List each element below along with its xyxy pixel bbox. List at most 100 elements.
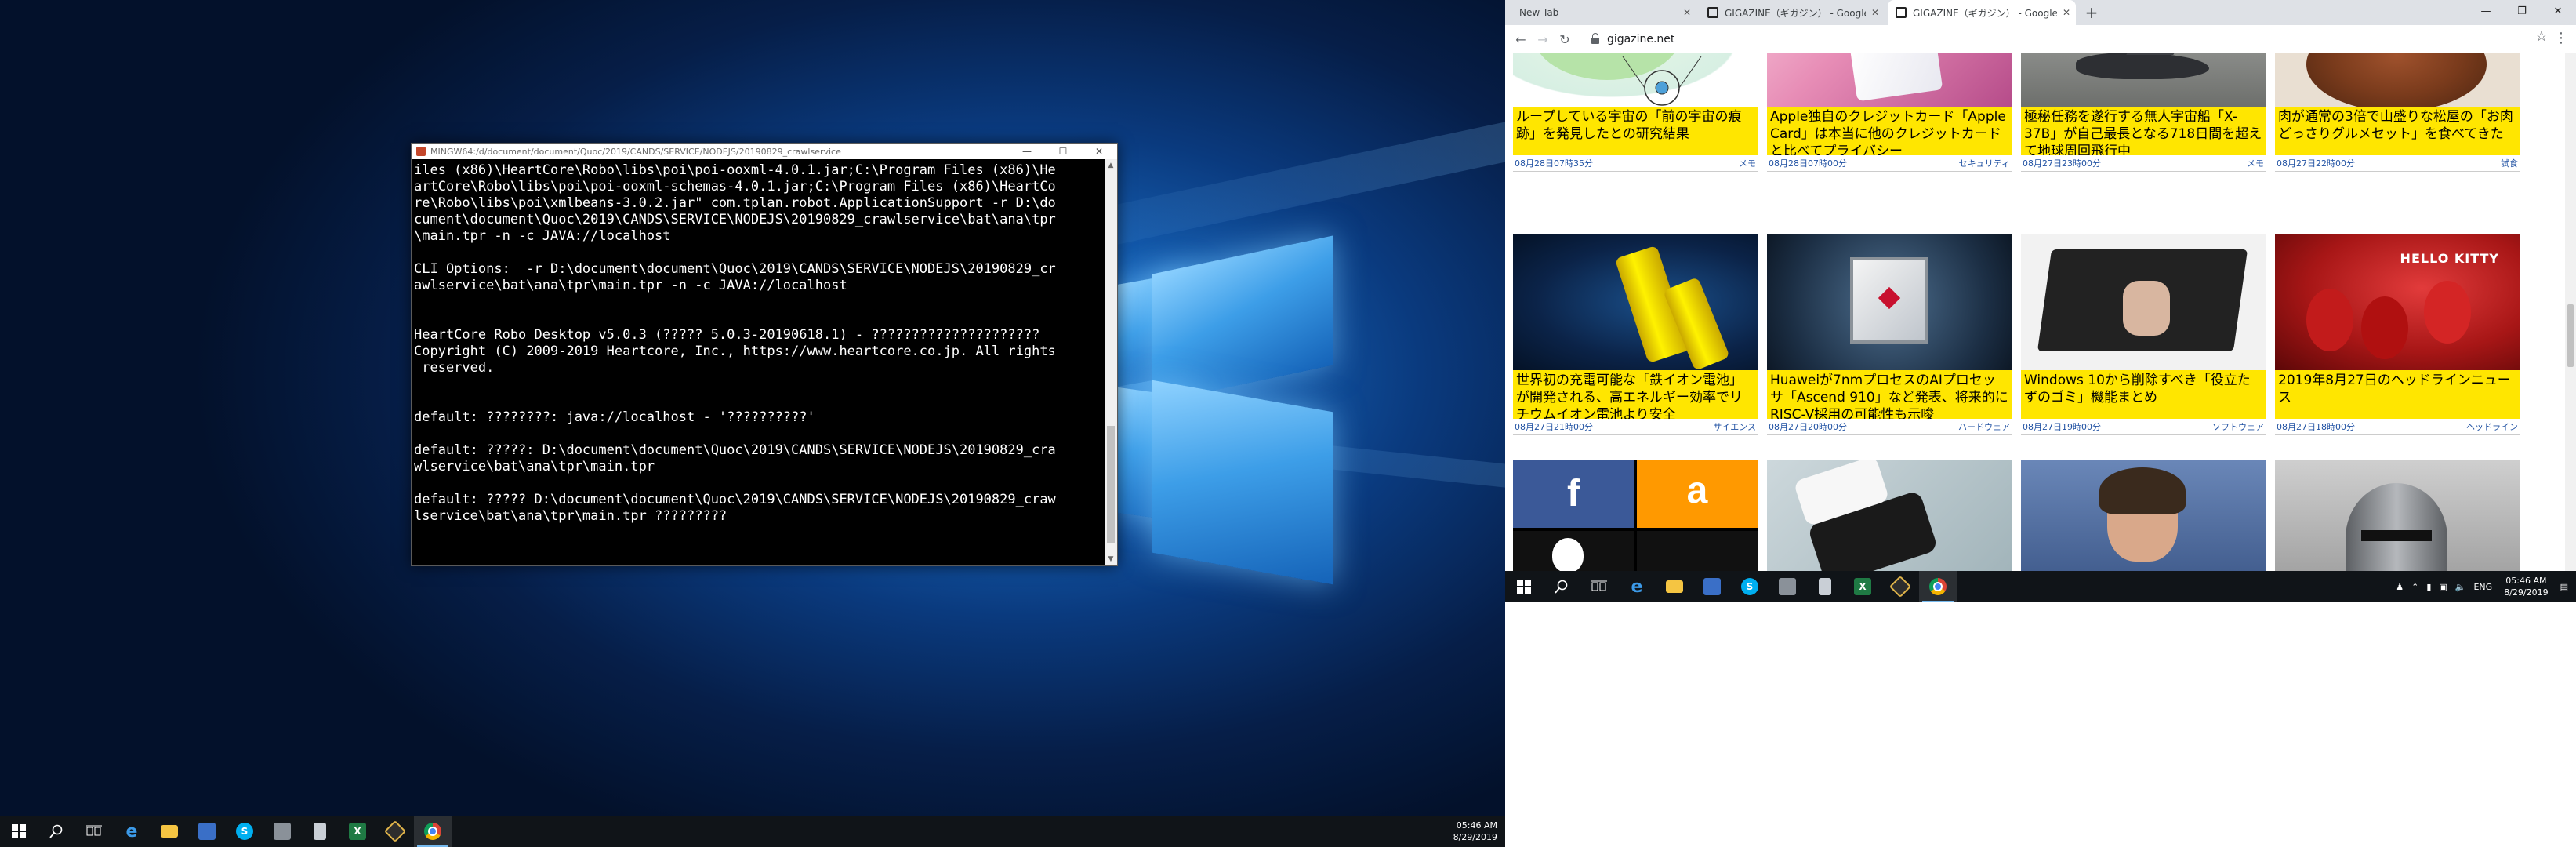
chrome-window[interactable]: New Tab ✕ GIGAZINE（ギガジン） - Google Chrome… bbox=[1505, 0, 2576, 571]
article-card[interactable]: ループしている宇宙の「前の宇宙の痕跡」を発見したとの研究結果 08月28日07時… bbox=[1513, 53, 1758, 172]
article-title[interactable]: Windows 10から削除すべき「役立たずのゴミ」機能まとめ bbox=[2021, 370, 2266, 419]
article-card[interactable] bbox=[2021, 460, 2266, 571]
article-image[interactable] bbox=[2275, 53, 2520, 107]
scrollbar-thumb[interactable] bbox=[1107, 426, 1115, 543]
article-title[interactable]: 極秘任務を遂行する無人宇宙船「X-37B」が自己最長となる718日間を超えて地球… bbox=[2021, 107, 2266, 155]
close-button[interactable]: ✕ bbox=[1081, 146, 1117, 157]
forward-button[interactable]: → bbox=[1532, 32, 1554, 47]
new-tab-button[interactable]: + bbox=[2081, 0, 2103, 25]
article-card[interactable]: 極秘任務を遂行する無人宇宙船「X-37B」が自己最長となる718日間を超えて地球… bbox=[2021, 53, 2266, 172]
close-tab-icon[interactable]: ✕ bbox=[1866, 7, 1885, 18]
article-category[interactable]: セキュリティ bbox=[1959, 157, 2010, 169]
volume-icon[interactable]: 🔈 bbox=[2455, 582, 2466, 592]
article-title[interactable]: 肉が通常の3倍で山盛りな松屋の「お肉どっさりグルメセット」を食べてきた bbox=[2275, 107, 2520, 155]
taskbar-clock[interactable]: 05:46 AM 8/29/2019 bbox=[2504, 575, 2548, 598]
article-image[interactable] bbox=[1513, 234, 1758, 370]
article-category[interactable]: 試食 bbox=[2501, 157, 2518, 169]
maximize-button[interactable]: ❐ bbox=[2504, 0, 2540, 24]
battery-icon[interactable]: ▮ bbox=[2426, 582, 2431, 592]
taskbar-app[interactable] bbox=[263, 816, 301, 847]
address-bar[interactable]: gigazine.net bbox=[1590, 28, 2529, 50]
article-category[interactable]: ハードウェア bbox=[1958, 420, 2010, 433]
people-icon[interactable]: ♟ bbox=[2396, 582, 2404, 592]
start-button[interactable] bbox=[1505, 571, 1543, 602]
taskbar-excel[interactable]: X bbox=[339, 816, 376, 847]
article-image[interactable] bbox=[1767, 53, 2012, 107]
taskbar-notepad[interactable] bbox=[1806, 571, 1844, 602]
scroll-up-icon[interactable]: ▲ bbox=[1105, 159, 1117, 172]
article-title[interactable]: 2019年8月27日のヘッドラインニュース bbox=[2275, 370, 2520, 419]
taskbar-chrome[interactable] bbox=[414, 816, 452, 847]
article-image[interactable] bbox=[1767, 460, 2012, 571]
taskbar-explorer[interactable] bbox=[1656, 571, 1693, 602]
taskbar-skype[interactable]: S bbox=[226, 816, 263, 847]
task-view-button[interactable] bbox=[1580, 571, 1618, 602]
taskbar-skype[interactable]: S bbox=[1731, 571, 1769, 602]
taskbar-remote-desktop[interactable] bbox=[188, 816, 226, 847]
taskbar-explorer[interactable] bbox=[151, 816, 188, 847]
article-category[interactable]: メモ bbox=[1739, 157, 1756, 169]
task-view-button[interactable] bbox=[75, 816, 113, 847]
search-button[interactable] bbox=[1543, 571, 1580, 602]
taskbar-edge[interactable]: e bbox=[1618, 571, 1656, 602]
article-category[interactable]: ヘッドライン bbox=[2466, 420, 2518, 433]
article-image[interactable] bbox=[1513, 53, 1758, 107]
article-card[interactable]: Apple独自のクレジットカード「Apple Card」は本当に他のクレジットカ… bbox=[1767, 53, 2012, 172]
article-image[interactable] bbox=[2275, 460, 2520, 571]
terminal-titlebar[interactable]: MINGW64:/d/document/document/Quoc/2019/C… bbox=[412, 144, 1117, 159]
article-image[interactable] bbox=[2021, 234, 2266, 370]
back-button[interactable]: ← bbox=[1510, 32, 1532, 47]
tab-gigazine-1[interactable]: GIGAZINE（ギガジン） - Google Chrome ✕ bbox=[1700, 0, 1885, 25]
close-button[interactable]: ✕ bbox=[2540, 0, 2576, 24]
article-card[interactable]: HELLO KITTY 2019年8月27日のヘッドラインニュース 08月27日… bbox=[2275, 234, 2520, 435]
taskbar-app[interactable] bbox=[1769, 571, 1806, 602]
tab-new-tab[interactable]: New Tab ✕ bbox=[1508, 0, 1696, 25]
chrome-menu-icon[interactable]: ⋮ bbox=[2554, 30, 2568, 46]
minimize-button[interactable]: — bbox=[1009, 146, 1045, 157]
tray-overflow-icon[interactable]: ⌃ bbox=[2411, 582, 2418, 592]
taskbar-edge[interactable]: e bbox=[113, 816, 151, 847]
article-card[interactable]: Windows 10から削除すべき「役立たずのゴミ」機能まとめ 08月27日19… bbox=[2021, 234, 2266, 435]
taskbar-remote-desktop[interactable] bbox=[1693, 571, 1731, 602]
scrollbar-thumb[interactable] bbox=[2567, 304, 2574, 367]
tab-gigazine-2[interactable]: GIGAZINE（ギガジン） - Google Chrome ✕ bbox=[1888, 0, 2076, 25]
article-card[interactable] bbox=[1767, 460, 2012, 571]
close-tab-icon[interactable]: ✕ bbox=[1678, 7, 1696, 18]
article-title[interactable]: Huaweiが7nmプロセスのAIプロセッサ「Ascend 910」など発表、将… bbox=[1767, 370, 2012, 419]
article-image[interactable] bbox=[2021, 460, 2266, 571]
page-content[interactable]: ループしている宇宙の「前の宇宙の痕跡」を発見したとの研究結果 08月28日07時… bbox=[1505, 53, 2565, 571]
taskbar-chrome[interactable] bbox=[1919, 571, 1957, 602]
page-scrollbar[interactable] bbox=[2565, 53, 2576, 571]
maximize-button[interactable]: ☐ bbox=[1045, 146, 1081, 157]
article-category[interactable]: ソフトウェア bbox=[2212, 420, 2264, 433]
scroll-down-icon[interactable]: ▼ bbox=[1105, 553, 1117, 565]
language-indicator[interactable]: ENG bbox=[2473, 582, 2492, 592]
close-tab-icon[interactable]: ✕ bbox=[2057, 7, 2076, 18]
search-button[interactable] bbox=[38, 816, 75, 847]
network-icon[interactable]: ▣ bbox=[2439, 582, 2447, 592]
article-card[interactable] bbox=[2275, 460, 2520, 571]
taskbar-excel[interactable]: X bbox=[1844, 571, 1881, 602]
article-title[interactable]: 世界初の充電可能な「鉄イオン電池」が開発される、高エネルギー効率でリチウムイオン… bbox=[1513, 370, 1758, 419]
taskbar-clock[interactable]: 05:46 AM 8/29/2019 bbox=[1453, 816, 1497, 847]
article-card[interactable]: f a bbox=[1513, 460, 1758, 571]
article-image[interactable] bbox=[2021, 53, 2266, 107]
article-image[interactable]: f a bbox=[1513, 460, 1758, 571]
article-category[interactable]: サイエンス bbox=[1713, 420, 1756, 433]
minimize-button[interactable]: — bbox=[2468, 0, 2504, 24]
notification-icon[interactable]: ▤ bbox=[2560, 582, 2568, 592]
reload-button[interactable]: ↻ bbox=[1554, 32, 1576, 47]
terminal-window[interactable]: MINGW64:/d/document/document/Quoc/2019/C… bbox=[411, 143, 1118, 566]
article-category[interactable]: メモ bbox=[2247, 157, 2264, 169]
taskbar-git[interactable] bbox=[376, 816, 414, 847]
start-button[interactable] bbox=[0, 816, 38, 847]
article-card[interactable]: 肉が通常の3倍で山盛りな松屋の「お肉どっさりグルメセット」を食べてきた 08月2… bbox=[2275, 53, 2520, 172]
taskbar-git[interactable] bbox=[1881, 571, 1919, 602]
terminal-scrollbar[interactable]: ▲ ▼ bbox=[1105, 159, 1117, 565]
article-image[interactable]: HELLO KITTY bbox=[2275, 234, 2520, 370]
article-card[interactable]: 世界初の充電可能な「鉄イオン電池」が開発される、高エネルギー効率でリチウムイオン… bbox=[1513, 234, 1758, 435]
bookmark-star-icon[interactable]: ☆ bbox=[2535, 28, 2548, 45]
taskbar-notepad[interactable] bbox=[301, 816, 339, 847]
article-title[interactable]: Apple独自のクレジットカード「Apple Card」は本当に他のクレジットカ… bbox=[1767, 107, 2012, 155]
article-title[interactable]: ループしている宇宙の「前の宇宙の痕跡」を発見したとの研究結果 bbox=[1513, 107, 1758, 155]
